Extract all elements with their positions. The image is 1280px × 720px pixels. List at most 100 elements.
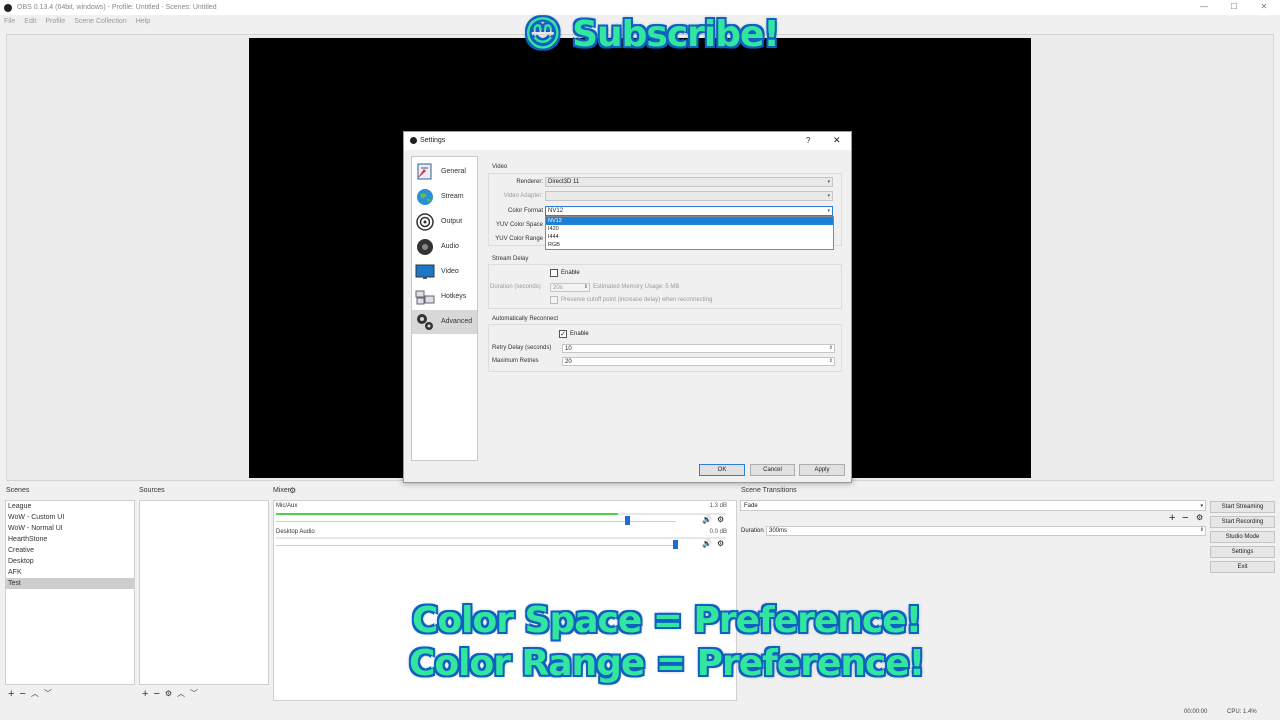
scene-item-selected[interactable]: Test	[6, 578, 134, 589]
reconnect-enable-label: Enable	[570, 331, 589, 337]
nav-label: Stream	[441, 193, 464, 200]
nav-audio[interactable]: Audio	[412, 235, 477, 259]
scene-item[interactable]: Creative	[6, 545, 134, 556]
move-down-icon[interactable]: ﹀	[190, 689, 198, 699]
remove-source-icon[interactable]: −	[153, 689, 159, 700]
close-settings-button[interactable]: ✕	[833, 135, 841, 146]
obs-app-icon	[4, 3, 12, 12]
color-range-label: YUV Color Range	[495, 236, 543, 242]
volume-slider-track[interactable]	[276, 545, 676, 546]
cancel-button[interactable]: Cancel	[750, 464, 795, 476]
volume-slider-handle[interactable]	[673, 540, 678, 549]
scenes-toolbar: + − ︿ ﹀	[8, 689, 52, 700]
menu-file[interactable]: File	[4, 18, 15, 25]
nav-hotkeys[interactable]: Hotkeys	[412, 285, 477, 309]
nav-advanced[interactable]: Advanced	[412, 310, 477, 334]
help-button[interactable]: ?	[806, 136, 810, 145]
transition-select[interactable]: Fade ▾	[740, 500, 1206, 511]
color-space-caption: Color Space = Preference!	[412, 600, 922, 641]
settings-button[interactable]: Settings	[1210, 546, 1275, 558]
color-format-option[interactable]: NV12	[546, 217, 833, 225]
remove-transition-icon[interactable]: −	[1182, 512, 1188, 524]
scene-item[interactable]: WoW - Custom UI	[6, 512, 134, 523]
ok-button[interactable]: OK	[699, 464, 745, 476]
scene-item[interactable]: AFK	[6, 567, 134, 578]
subscribe-caption: 😊 Subscribe!	[524, 14, 780, 55]
keyboard-icon	[415, 290, 435, 305]
stream-delay-enable-label: Enable	[561, 270, 580, 276]
speaker-icon[interactable]: 🔊	[702, 515, 712, 524]
channel-gear-icon[interactable]: ⚙	[717, 539, 724, 548]
start-recording-button[interactable]: Start Recording	[1210, 516, 1275, 528]
maximize-button[interactable]: ☐	[1219, 0, 1249, 15]
channel-db: 1.3 dB	[709, 503, 727, 509]
nav-label: General	[441, 168, 466, 175]
settings-titlebar: Settings ? ✕	[404, 132, 851, 150]
scene-item[interactable]: League	[6, 501, 134, 512]
apply-button[interactable]: Apply	[799, 464, 845, 476]
sources-list[interactable]	[139, 500, 269, 685]
advanced-settings-content: Video Renderer: Direct3D 11 ▾ Video Adap…	[486, 156, 846, 456]
menu-help[interactable]: Help	[136, 18, 150, 25]
nav-video[interactable]: Video	[412, 260, 477, 284]
speaker-icon[interactable]: 🔊	[702, 539, 712, 548]
video-adapter-select[interactable]: ▾	[545, 191, 833, 201]
scenes-dock-title: Scenes	[6, 487, 30, 494]
menu-scene-collection[interactable]: Scene Collection	[74, 18, 127, 25]
menu-edit[interactable]: Edit	[24, 18, 36, 25]
nav-label: Advanced	[441, 318, 473, 325]
duration-input[interactable]: 300ms ⇕	[766, 526, 1206, 536]
spin-arrows-icon[interactable]: ⇕	[584, 283, 588, 291]
menu-profile[interactable]: Profile	[45, 18, 65, 25]
chevron-down-icon: ▾	[827, 193, 830, 199]
scene-item[interactable]: Desktop	[6, 556, 134, 567]
delay-duration-input[interactable]: 20s ⇕	[550, 283, 590, 292]
sources-toolbar: + − ⚙ ︿ ﹀	[142, 689, 198, 700]
stream-delay-enable-checkbox[interactable]	[550, 269, 558, 277]
video-adapter-label: Video Adapter:	[503, 193, 543, 199]
preserve-cutoff-checkbox[interactable]	[550, 296, 558, 304]
renderer-select[interactable]: Direct3D 11 ▾	[545, 177, 833, 187]
scenes-list[interactable]: League WoW - Custom UI WoW - Normal UI H…	[5, 500, 135, 685]
studio-mode-button[interactable]: Studio Mode	[1210, 531, 1275, 543]
transition-gear-icon[interactable]: ⚙	[1196, 513, 1203, 522]
move-up-icon[interactable]: ︿	[177, 689, 185, 699]
exit-button[interactable]: Exit	[1210, 561, 1275, 573]
nav-output[interactable]: Output	[412, 210, 477, 234]
reconnect-enable-checkbox[interactable]: ✓	[559, 330, 567, 338]
scene-item[interactable]: WoW - Normal UI	[6, 523, 134, 534]
mixer-gear-icon[interactable]: ⚙	[289, 486, 296, 495]
move-up-icon[interactable]: ︿	[31, 689, 39, 699]
add-transition-icon[interactable]: +	[1169, 512, 1175, 524]
output-icon	[416, 213, 434, 231]
volume-slider-track[interactable]	[276, 521, 676, 522]
channel-gear-icon[interactable]: ⚙	[717, 515, 724, 524]
move-down-icon[interactable]: ﹀	[44, 689, 52, 699]
retry-delay-input[interactable]: 10 ⇕	[562, 344, 835, 353]
add-source-icon[interactable]: +	[142, 689, 148, 700]
volume-slider-handle[interactable]	[625, 516, 630, 525]
nav-general[interactable]: General	[412, 160, 477, 184]
minimize-button[interactable]: —	[1189, 0, 1219, 15]
color-format-option[interactable]: RGB	[546, 241, 833, 249]
volume-meter-fill	[276, 513, 618, 515]
max-retries-input[interactable]: 20 ⇕	[562, 357, 835, 366]
renderer-value: Direct3D 11	[548, 179, 580, 185]
nav-stream[interactable]: Stream	[412, 185, 477, 209]
add-scene-icon[interactable]: +	[8, 689, 14, 700]
scene-item[interactable]: HearthStone	[6, 534, 134, 545]
color-format-option[interactable]: I444	[546, 233, 833, 241]
spin-arrows-icon[interactable]: ⇕	[1200, 526, 1204, 535]
color-format-option[interactable]: I420	[546, 225, 833, 233]
spin-arrows-icon[interactable]: ⇕	[829, 344, 833, 352]
color-format-select[interactable]: NV12 ▾	[545, 206, 833, 216]
start-streaming-button[interactable]: Start Streaming	[1210, 501, 1275, 513]
channel-name: Mic/Aux	[276, 503, 298, 509]
general-icon	[417, 163, 432, 180]
close-window-button[interactable]: ✕	[1249, 0, 1279, 15]
source-properties-gear-icon[interactable]: ⚙	[165, 689, 172, 699]
spin-arrows-icon[interactable]: ⇕	[829, 357, 833, 365]
remove-scene-icon[interactable]: −	[19, 689, 25, 700]
reconnect-section-title: Automatically Reconnect	[492, 316, 559, 322]
video-section-title: Video	[492, 164, 508, 170]
